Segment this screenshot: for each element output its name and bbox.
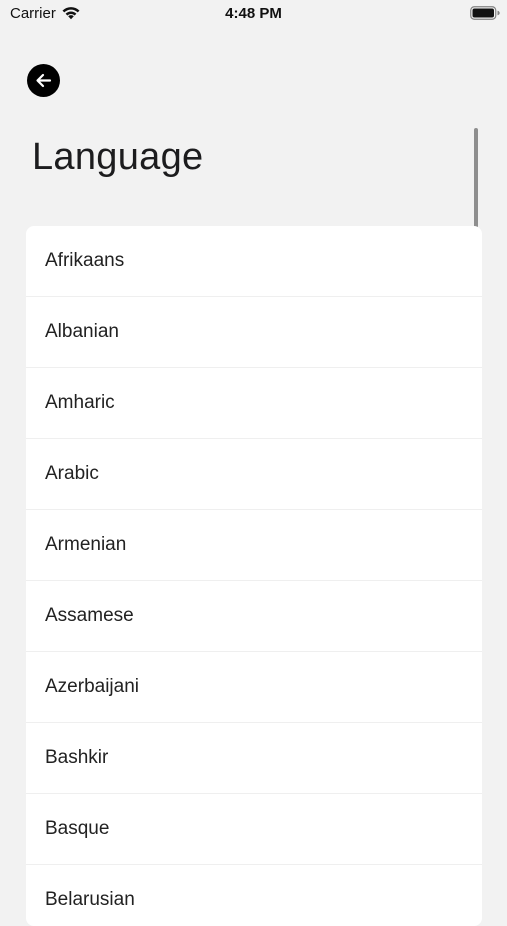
- language-item-albanian[interactable]: Albanian: [26, 297, 482, 368]
- language-item-basque[interactable]: Basque: [26, 794, 482, 865]
- language-label: Arabic: [45, 463, 99, 484]
- language-label: Belarusian: [45, 889, 135, 910]
- language-item-armenian[interactable]: Armenian: [26, 510, 482, 581]
- language-label: Azerbaijani: [45, 676, 139, 697]
- language-label: Bashkir: [45, 747, 109, 768]
- language-label: Assamese: [45, 605, 134, 626]
- language-label: Afrikaans: [45, 250, 125, 271]
- language-item-assamese[interactable]: Assamese: [26, 581, 482, 652]
- language-list: Afrikaans Albanian Amharic Arabic Armeni…: [26, 226, 482, 926]
- arrow-left-icon: [36, 73, 52, 88]
- status-time: 4:48 PM: [225, 5, 282, 22]
- page-title: Language: [32, 136, 204, 178]
- language-label: Albanian: [45, 321, 119, 342]
- language-item-arabic[interactable]: Arabic: [26, 439, 482, 510]
- language-label: Basque: [45, 818, 110, 839]
- language-item-azerbaijani[interactable]: Azerbaijani: [26, 652, 482, 723]
- language-item-bashkir[interactable]: Bashkir: [26, 723, 482, 794]
- status-bar: Carrier 4:48 PM: [0, 0, 507, 28]
- language-label: Amharic: [45, 392, 115, 413]
- language-item-amharic[interactable]: Amharic: [26, 368, 482, 439]
- back-button[interactable]: [27, 64, 60, 97]
- language-item-belarusian[interactable]: Belarusian: [26, 865, 482, 926]
- battery-icon: [470, 6, 500, 20]
- language-item-afrikaans[interactable]: Afrikaans: [26, 226, 482, 297]
- language-label: Armenian: [45, 534, 127, 555]
- scroll-indicator[interactable]: [474, 128, 478, 228]
